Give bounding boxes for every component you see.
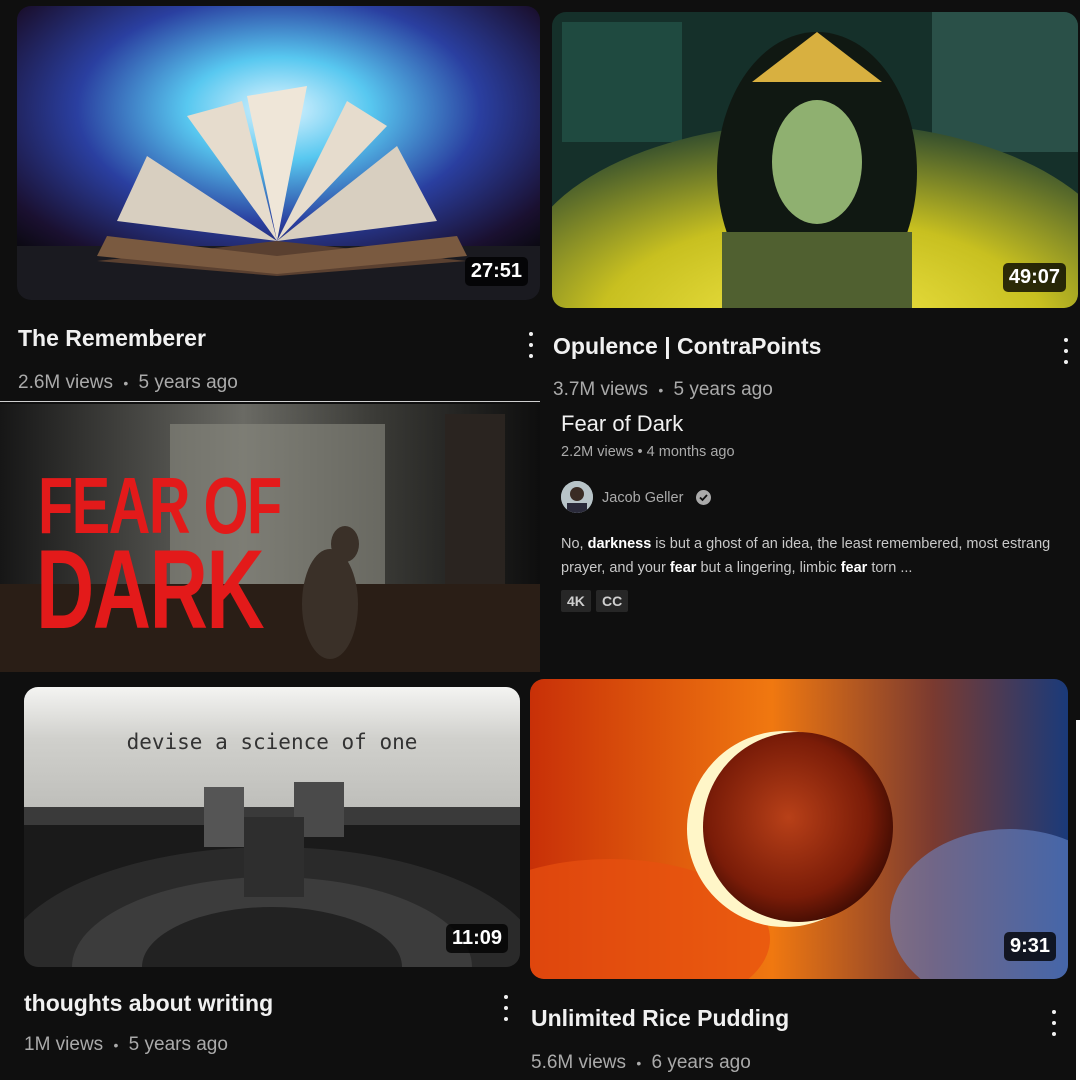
video-thumbnail[interactable]: FEAR OF DARK	[0, 404, 540, 672]
upload-age: 6 years ago	[651, 1052, 751, 1073]
video-meta: 3.7M views • 5 years ago	[553, 379, 773, 401]
search-result-title[interactable]: Fear of Dark	[561, 411, 683, 437]
video-title[interactable]: Opulence | ContraPoints	[553, 333, 821, 360]
avatar-image	[561, 481, 593, 513]
description-text: prayer, and your	[561, 560, 670, 576]
thumbnail-typed-text: devise a science of one	[126, 730, 418, 754]
thumbnail-image	[24, 687, 520, 967]
thumbnail-image	[17, 6, 540, 300]
more-options-icon[interactable]	[1060, 336, 1072, 366]
description-highlight: fear	[669, 560, 697, 576]
thumbnail-title-line-2: DARK	[36, 527, 265, 652]
video-duration: 11:09	[445, 924, 508, 953]
video-duration: 9:31	[1003, 932, 1056, 961]
view-count: 5.6M views	[531, 1052, 627, 1073]
video-title[interactable]: The Rememberer	[18, 325, 206, 352]
more-options-icon[interactable]	[525, 330, 537, 360]
verified-check-icon	[696, 490, 711, 505]
view-count: 1M views	[24, 1034, 104, 1055]
separator-dot: •	[636, 1055, 642, 1071]
video-title[interactable]: thoughts about writing	[24, 990, 273, 1017]
video-thumbnail[interactable]: 49:07	[552, 12, 1078, 308]
description-highlight: darkness	[587, 536, 652, 552]
upload-age: 5 years ago	[128, 1034, 228, 1055]
upload-age: 5 years ago	[138, 372, 238, 393]
separator-dot: •	[658, 382, 664, 398]
description-text: but a lingering, limbic	[696, 560, 841, 576]
video-title[interactable]: Unlimited Rice Pudding	[531, 1005, 789, 1032]
description-text: No,	[561, 536, 588, 552]
description-line-2: prayer, and your fear but a lingering, l…	[561, 556, 1080, 580]
video-thumbnail[interactable]: 9:31	[530, 679, 1068, 979]
badge-4k: 4K	[561, 590, 591, 612]
edge-strip	[1076, 720, 1080, 1080]
view-count: 2.6M views	[18, 372, 114, 393]
video-duration: 27:51	[464, 257, 528, 286]
video-meta: 5.6M views • 6 years ago	[531, 1052, 751, 1074]
separator-dot: •	[123, 375, 129, 391]
separator-dot: •	[113, 1037, 119, 1053]
description-line-1: No, darkness is but a ghost of an idea, …	[561, 532, 1080, 556]
description-text: is but a ghost of an idea, the least rem…	[651, 536, 1051, 552]
divider	[0, 401, 540, 402]
channel-avatar[interactable]	[561, 481, 593, 513]
badge-cc: CC	[596, 590, 629, 612]
thumbnail-image	[530, 679, 1068, 979]
video-meta: 1M views • 5 years ago	[24, 1034, 228, 1056]
search-result-meta: 2.2M views • 4 months ago	[561, 444, 735, 460]
description-highlight: fear	[840, 560, 868, 576]
thumbnail-image	[552, 12, 1078, 308]
upload-age: 5 years ago	[673, 379, 773, 400]
video-thumbnail[interactable]: 27:51	[17, 6, 540, 300]
video-meta: 2.6M views • 5 years ago	[18, 372, 238, 394]
view-count: 3.7M views	[553, 379, 649, 400]
video-duration: 49:07	[1002, 263, 1066, 292]
video-thumbnail[interactable]: devise a science of one 11:09	[24, 687, 520, 967]
more-options-icon[interactable]	[1048, 1008, 1060, 1038]
channel-name[interactable]: Jacob Geller	[602, 490, 683, 506]
more-options-icon[interactable]	[500, 993, 512, 1023]
description-text: torn ...	[867, 560, 913, 576]
